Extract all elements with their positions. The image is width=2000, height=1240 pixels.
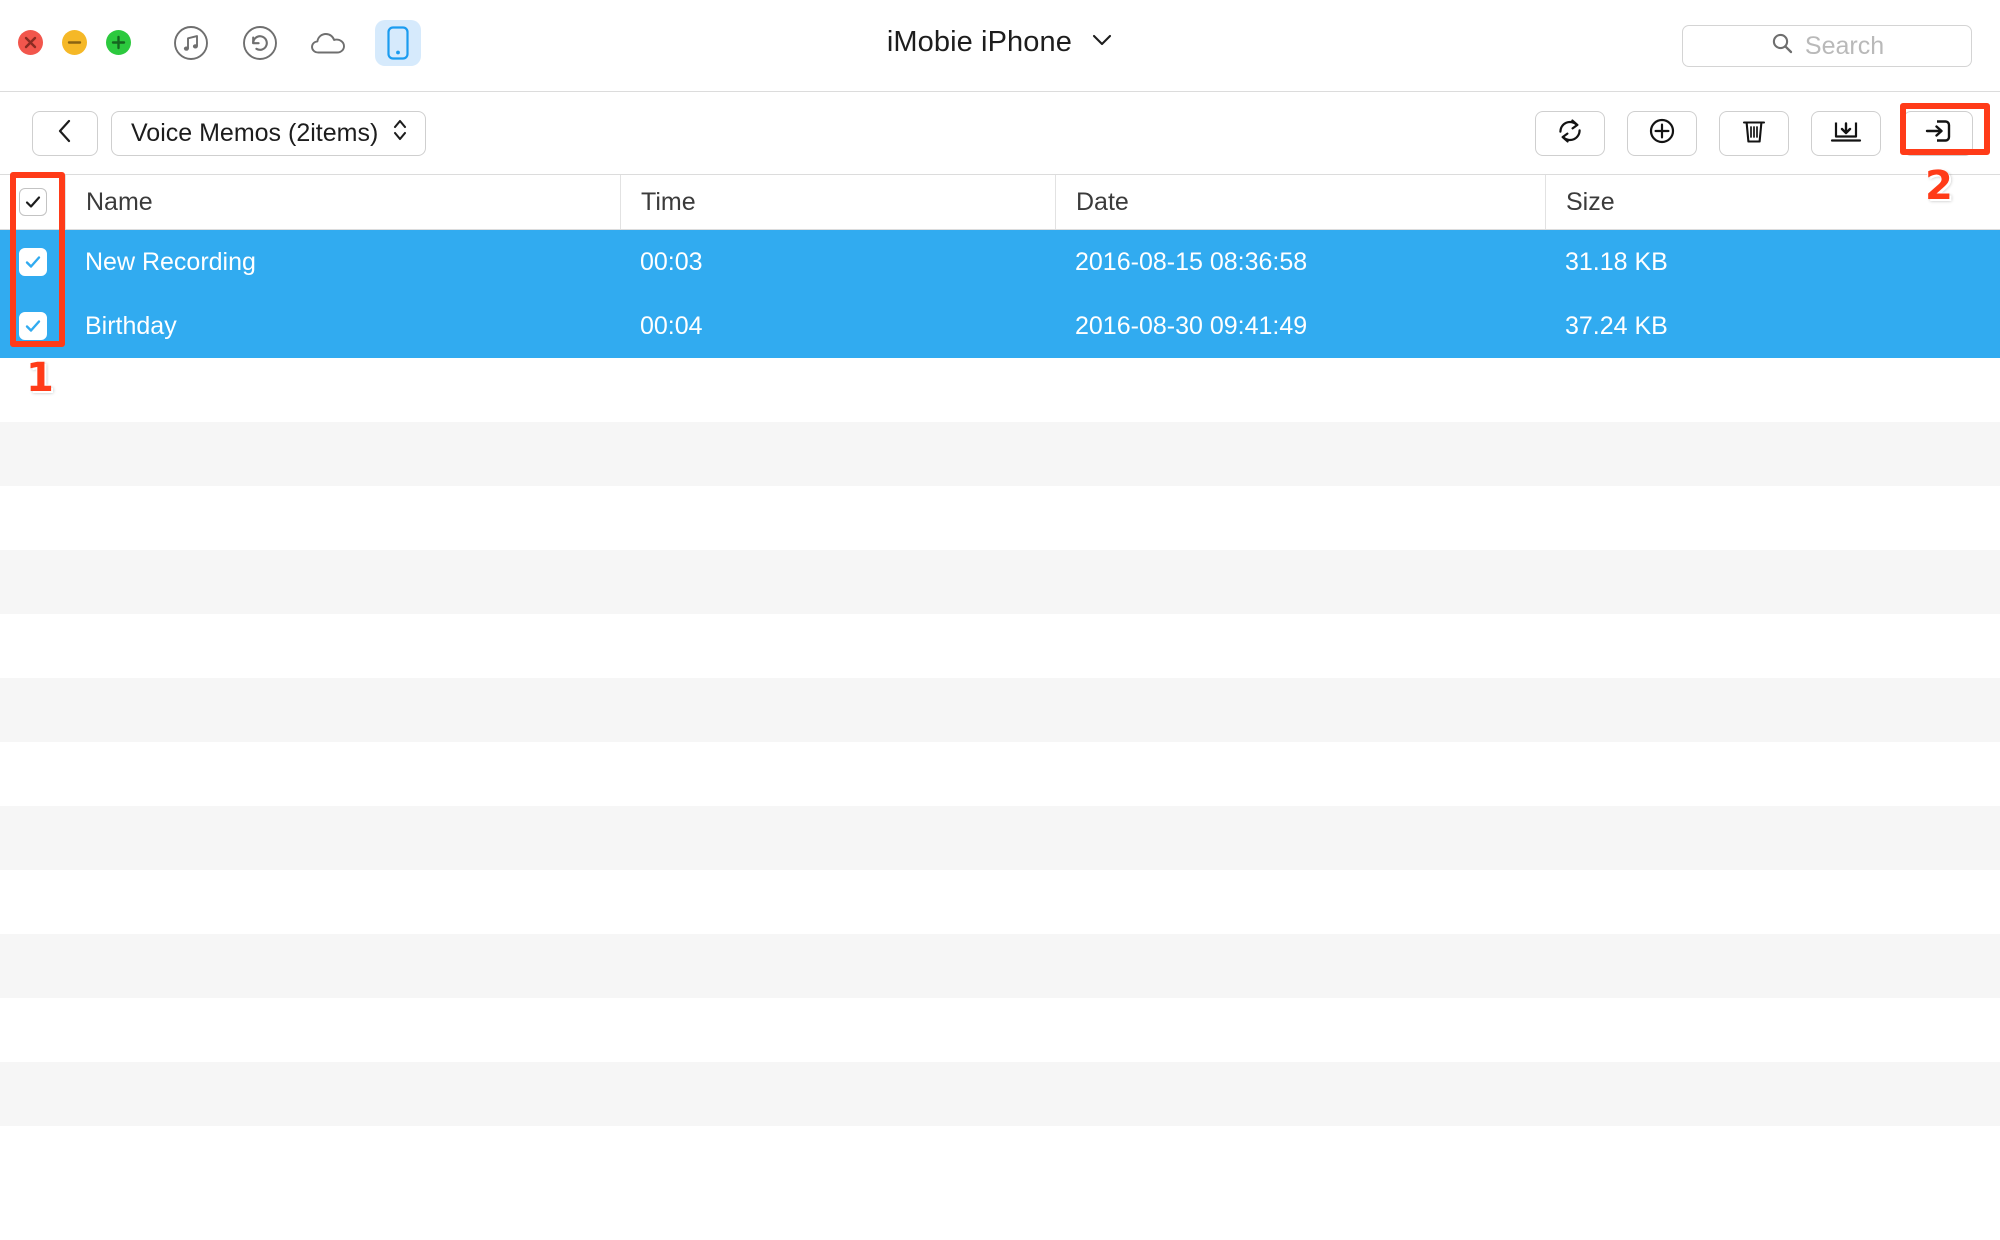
empty-row — [0, 934, 2000, 998]
empty-row — [0, 422, 2000, 486]
empty-row — [0, 358, 2000, 422]
table-row[interactable]: Birthday 00:04 2016-08-30 09:41:49 37.24… — [0, 294, 2000, 358]
cell-size: 31.18 KB — [1565, 247, 1668, 276]
empty-row — [0, 550, 2000, 614]
search-icon — [1770, 31, 1795, 61]
back-button[interactable] — [32, 111, 98, 156]
chevron-left-icon — [55, 117, 75, 150]
row-checkbox[interactable] — [0, 230, 65, 294]
empty-row — [0, 998, 2000, 1062]
export-to-mac-button[interactable] — [1811, 111, 1881, 156]
refresh-button[interactable] — [1535, 111, 1605, 156]
empty-row — [0, 742, 2000, 806]
cell-name: Birthday — [85, 311, 177, 340]
column-header-name[interactable]: Name — [65, 175, 620, 229]
page-title: iMobie iPhone — [886, 26, 1072, 58]
arrow-into-device-icon — [1921, 115, 1955, 152]
refresh-icon — [1554, 115, 1586, 152]
empty-row — [0, 614, 2000, 678]
empty-row — [0, 870, 2000, 934]
table-row[interactable]: New Recording 00:03 2016-08-15 08:36:58 … — [0, 230, 2000, 294]
checkbox-box — [18, 188, 47, 216]
app-window: iMobie iPhone Search Voice Memos (2items… — [0, 0, 2000, 1240]
table-body: New Recording 00:03 2016-08-15 08:36:58 … — [0, 230, 2000, 1190]
row-checkbox[interactable] — [0, 294, 65, 358]
export-to-device-button[interactable] — [1903, 111, 1973, 156]
cell-time: 00:04 — [640, 311, 703, 340]
cell-name: New Recording — [85, 247, 256, 276]
cell-date: 2016-08-15 08:36:58 — [1075, 247, 1308, 276]
trash-icon — [1739, 115, 1769, 152]
search-input[interactable]: Search — [1682, 25, 1972, 67]
delete-button[interactable] — [1719, 111, 1789, 156]
empty-row — [0, 806, 2000, 870]
title-bar: iMobie iPhone Search — [0, 0, 2000, 92]
select-all-checkbox[interactable] — [0, 175, 65, 229]
annotation-number-1: 1 — [26, 355, 54, 401]
action-toolbar: Voice Memos (2items) — [0, 92, 2000, 175]
plus-circle-icon — [1646, 115, 1678, 152]
search-placeholder: Search — [1804, 31, 1885, 60]
cell-time: 00:03 — [640, 247, 703, 276]
annotation-number-2: 2 — [1925, 163, 1953, 209]
checkbox-box — [18, 248, 47, 276]
laptop-download-icon — [1828, 116, 1864, 151]
checkbox-box — [18, 312, 47, 340]
empty-rows — [0, 358, 2000, 1190]
cell-size: 37.24 KB — [1565, 311, 1668, 340]
chevron-up-down-icon[interactable] — [391, 115, 409, 152]
table-header: Name Time Date Size — [0, 175, 2000, 230]
breadcrumb[interactable]: Voice Memos (2items) — [111, 111, 427, 156]
empty-row — [0, 1062, 2000, 1126]
column-header-date[interactable]: Date — [1055, 175, 1545, 229]
cell-date: 2016-08-30 09:41:49 — [1075, 311, 1308, 340]
breadcrumb-label: Voice Memos (2items) — [131, 119, 379, 147]
chevron-down-icon[interactable] — [1091, 22, 1113, 55]
empty-row — [0, 678, 2000, 742]
empty-row — [0, 486, 2000, 550]
empty-row — [0, 1126, 2000, 1190]
column-header-time[interactable]: Time — [620, 175, 1055, 229]
toolbar-buttons — [1535, 111, 1973, 156]
add-button[interactable] — [1627, 111, 1697, 156]
